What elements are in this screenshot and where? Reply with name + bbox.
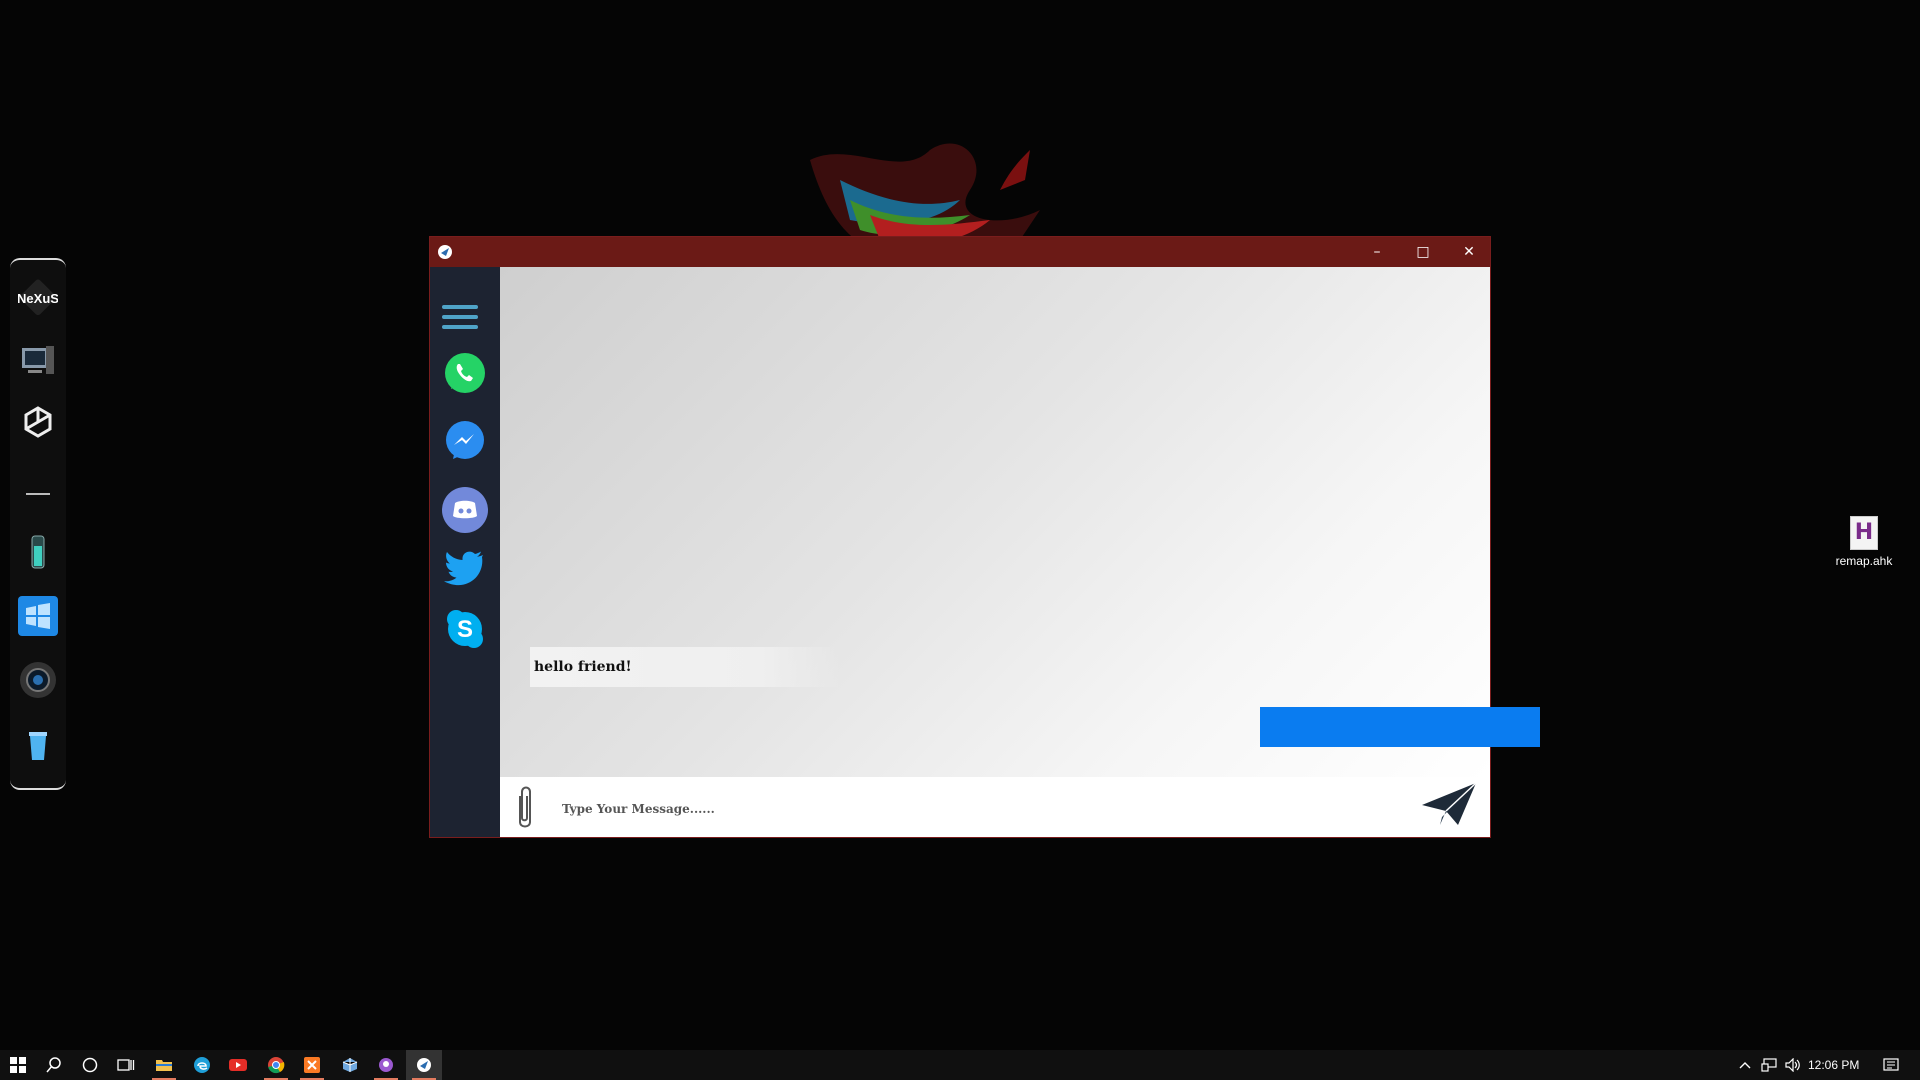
taskbar-edge[interactable] bbox=[184, 1050, 220, 1080]
taskbar-chrome[interactable] bbox=[258, 1050, 294, 1080]
messenger-icon[interactable] bbox=[441, 417, 489, 465]
incoming-message: hello friend! bbox=[530, 647, 840, 687]
svg-text:S: S bbox=[457, 616, 473, 643]
taskbar-cube-app[interactable] bbox=[332, 1050, 368, 1080]
chevron-up-icon bbox=[1739, 1062, 1751, 1069]
battery-icon[interactable] bbox=[18, 532, 58, 572]
folder-icon bbox=[156, 1060, 172, 1071]
paperclip-icon[interactable] bbox=[512, 784, 538, 832]
whatsapp-icon[interactable] bbox=[441, 349, 489, 397]
start-button[interactable] bbox=[0, 1050, 36, 1080]
task-view-icon bbox=[117, 1059, 135, 1071]
chat-area: hello friend! bbox=[500, 267, 1540, 777]
windows-icon[interactable] bbox=[18, 596, 58, 636]
task-view-button[interactable] bbox=[108, 1050, 144, 1080]
menu-icon[interactable] bbox=[442, 305, 478, 333]
close-button[interactable]: ✕ bbox=[1446, 237, 1492, 267]
network-icon bbox=[1761, 1058, 1777, 1072]
camera-icon[interactable] bbox=[18, 660, 58, 700]
computer-icon[interactable] bbox=[18, 340, 58, 380]
youtube-icon bbox=[229, 1059, 247, 1071]
chrome-icon bbox=[268, 1057, 285, 1074]
send-icon[interactable] bbox=[1418, 779, 1480, 829]
xampp-icon bbox=[304, 1057, 320, 1073]
recycle-bin-icon[interactable] bbox=[18, 724, 58, 764]
speaker-icon bbox=[1785, 1058, 1800, 1072]
desktop-file-remap[interactable]: H remap.ahk bbox=[1826, 516, 1902, 568]
taskbar-youtube[interactable] bbox=[220, 1050, 256, 1080]
cortana-button[interactable] bbox=[72, 1050, 108, 1080]
app-logo-icon bbox=[438, 245, 452, 259]
taskbar-xampp[interactable] bbox=[294, 1050, 330, 1080]
purple-app-icon bbox=[379, 1058, 393, 1072]
outgoing-message bbox=[1260, 707, 1540, 747]
unity-icon[interactable] bbox=[18, 402, 58, 442]
edge-icon bbox=[194, 1057, 210, 1073]
desktop-file-label: remap.ahk bbox=[1835, 554, 1893, 568]
taskbar: 12:06 PM bbox=[0, 1050, 1920, 1080]
sidebar: S bbox=[430, 267, 500, 837]
ahk-file-icon: H bbox=[1850, 516, 1878, 550]
nexus-logo[interactable]: NeXuS bbox=[17, 278, 59, 318]
volume-button[interactable] bbox=[1782, 1050, 1804, 1080]
dock-separator bbox=[26, 493, 50, 495]
maximize-button[interactable]: □ bbox=[1400, 237, 1446, 267]
nexus-label: NeXuS bbox=[18, 291, 58, 306]
cube-icon bbox=[342, 1058, 358, 1072]
clock[interactable]: 12:06 PM bbox=[1808, 1050, 1859, 1080]
chat-app-icon bbox=[417, 1058, 431, 1072]
message-input[interactable] bbox=[560, 791, 1364, 827]
taskbar-chat-app[interactable] bbox=[406, 1050, 442, 1080]
windows-logo-icon bbox=[10, 1057, 26, 1073]
network-button[interactable] bbox=[1758, 1050, 1780, 1080]
skype-icon[interactable]: S bbox=[441, 605, 489, 653]
title-bar[interactable]: – □ ✕ bbox=[430, 237, 1490, 267]
discord-icon[interactable] bbox=[441, 486, 489, 534]
dock: NeXuS bbox=[10, 258, 66, 790]
search-button[interactable] bbox=[36, 1050, 72, 1080]
taskbar-file-explorer[interactable] bbox=[146, 1050, 182, 1080]
search-icon bbox=[46, 1057, 61, 1073]
taskbar-purple-app[interactable] bbox=[368, 1050, 404, 1080]
minimize-button[interactable]: – bbox=[1354, 237, 1400, 267]
chat-window: – □ ✕ S hello friend! bbox=[429, 236, 1540, 838]
composer bbox=[500, 777, 1490, 837]
twitter-icon[interactable] bbox=[441, 543, 489, 591]
action-center-icon bbox=[1883, 1058, 1899, 1071]
notifications-button[interactable] bbox=[1876, 1050, 1906, 1080]
cortana-icon bbox=[82, 1057, 98, 1073]
tray-overflow-button[interactable] bbox=[1734, 1050, 1756, 1080]
